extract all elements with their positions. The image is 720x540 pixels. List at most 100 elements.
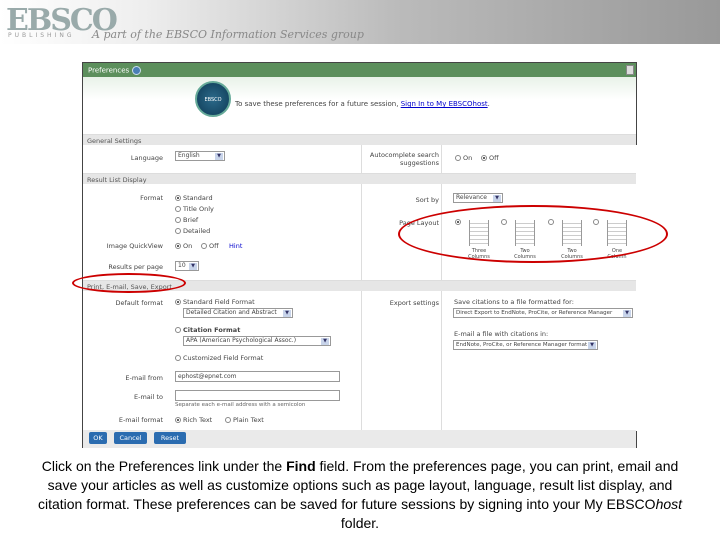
option-label: Rich Text — [183, 416, 213, 424]
chevron-down-icon: ▼ — [588, 342, 596, 349]
citation-select[interactable]: APA (American Psychological Assoc.) ▼ — [183, 336, 331, 346]
standard-field-radio[interactable]: Standard Field Format — [175, 298, 255, 306]
option-label: Standard Field Format — [183, 298, 255, 306]
chevron-down-icon: ▼ — [283, 310, 291, 317]
citation-format-radio[interactable]: Citation Format — [175, 326, 240, 334]
email-citations-select[interactable]: EndNote, ProCite, or Reference Manager f… — [453, 340, 598, 350]
custom-field-radio[interactable]: Customized Field Format — [175, 354, 263, 362]
autocomplete-on-radio[interactable]: On — [455, 154, 472, 162]
standard-field-select[interactable]: Detailed Citation and Abstract ▼ — [183, 308, 293, 318]
panel-title: Preferences — [88, 66, 130, 75]
email-to-label: E-mail to — [134, 393, 163, 401]
close-icon[interactable] — [626, 65, 634, 75]
sort-select[interactable]: Relevance ▼ — [453, 193, 503, 203]
ok-button[interactable]: OK — [89, 432, 107, 444]
format-brief-radio[interactable]: Brief — [175, 216, 198, 224]
highlight-ellipse-print — [72, 273, 186, 293]
radio-icon — [455, 155, 461, 161]
caption-find: Find — [286, 458, 316, 474]
select-value: Detailed Citation and Abstract — [186, 309, 277, 316]
chevron-down-icon: ▼ — [321, 338, 329, 345]
language-select[interactable]: English ▼ — [175, 151, 225, 161]
caption: Click on the Preferences link under the … — [30, 457, 690, 533]
email-format-label: E-mail format — [118, 416, 163, 424]
export-settings-label: Export settings — [389, 299, 439, 307]
chevron-down-icon: ▼ — [493, 195, 501, 202]
highlight-ellipse-page-layout — [398, 205, 668, 263]
email-to-hint: Separate each e-mail address with a semi… — [175, 402, 306, 408]
select-value: EndNote, ProCite, or Reference Manager f… — [456, 342, 588, 348]
select-value: APA (American Psychological Assoc.) — [186, 337, 297, 344]
option-label: Title Only — [183, 205, 214, 213]
plain-text-radio[interactable]: Plain Text — [225, 416, 264, 424]
quickview-label: Image QuickView — [106, 242, 163, 250]
radio-icon — [175, 355, 181, 361]
caption-text: folder. — [340, 515, 380, 531]
on-label: On — [183, 242, 193, 250]
radio-icon — [175, 206, 181, 212]
radio-icon — [175, 417, 181, 423]
radio-icon — [175, 299, 181, 305]
email-from-input[interactable]: ephost@epnet.com — [175, 371, 340, 382]
sort-label: Sort by — [415, 196, 439, 204]
off-label: Off — [209, 242, 219, 250]
chevron-down-icon: ▼ — [189, 263, 197, 270]
email-citations-label: E-mail a file with citations in: — [454, 330, 549, 338]
rich-text-radio[interactable]: Rich Text — [175, 416, 212, 424]
option-label: Customized Field Format — [183, 354, 264, 362]
autocomplete-off-radio[interactable]: Off — [481, 154, 499, 162]
quickview-off-radio[interactable]: Off — [201, 242, 219, 250]
email-to-input[interactable] — [175, 390, 340, 401]
autocomplete-label: Autocomplete search suggestions — [369, 151, 439, 167]
save-citations-select[interactable]: Direct Export to EndNote, ProCite, or Re… — [453, 308, 633, 318]
format-detailed-radio[interactable]: Detailed — [175, 227, 210, 235]
option-label: Brief — [183, 216, 199, 224]
tagline: A part of the EBSCO Information Services… — [92, 28, 364, 41]
option-label: Plain Text — [233, 416, 264, 424]
email-from-label: E-mail from — [125, 374, 163, 382]
language-label: Language — [130, 154, 163, 162]
option-label: Standard — [183, 194, 213, 202]
hint-link[interactable]: Hint — [229, 242, 242, 250]
panel-title-bar: Preferences — [83, 63, 636, 77]
caption-host: host — [655, 496, 683, 512]
format-label: Format — [140, 194, 163, 202]
quickview-on-radio[interactable]: On — [175, 242, 192, 250]
signin-end: . — [487, 100, 490, 108]
radio-icon — [175, 243, 181, 249]
my-ebscohost-badge-icon: EBSCO — [195, 81, 231, 117]
cancel-button[interactable]: Cancel — [114, 432, 147, 444]
format-title-only-radio[interactable]: Title Only — [175, 205, 214, 213]
radio-icon — [201, 243, 207, 249]
per-page-value: 10 — [178, 262, 186, 269]
general-settings-header: General Settings — [83, 134, 636, 145]
reset-button[interactable]: Reset — [154, 432, 186, 444]
results-per-page-select[interactable]: 10 ▼ — [175, 261, 199, 271]
on-label: On — [463, 154, 473, 162]
option-label: Citation Format — [183, 326, 241, 334]
save-citations-label: Save citations to a file formatted for: — [454, 298, 574, 306]
radio-icon — [175, 195, 181, 201]
help-icon[interactable] — [132, 66, 142, 75]
caption-text: Click on the Preferences link under the — [41, 458, 287, 474]
result-list-header: Result List Display — [83, 173, 636, 184]
ebsco-banner: EBSCO PUBLISHING A part of the EBSCO Inf… — [0, 0, 720, 44]
off-label: Off — [489, 154, 499, 162]
results-per-page-label: Results per page — [108, 263, 163, 271]
radio-icon — [175, 228, 181, 234]
chevron-down-icon: ▼ — [215, 153, 223, 160]
radio-icon — [481, 155, 487, 161]
radio-icon — [175, 217, 181, 223]
logo-subtitle: PUBLISHING — [8, 32, 75, 39]
signin-text: To save these preferences for a future s… — [235, 100, 401, 108]
radio-icon — [175, 327, 181, 333]
sort-value: Relevance — [456, 194, 487, 201]
signin-link[interactable]: Sign In to My EBSCOhost — [401, 100, 488, 108]
radio-icon — [225, 417, 231, 423]
select-value: Direct Export to EndNote, ProCite, or Re… — [456, 310, 613, 316]
format-standard-radio[interactable]: Standard — [175, 194, 213, 202]
signin-message: To save these preferences for a future s… — [235, 100, 490, 108]
chevron-down-icon: ▼ — [623, 310, 631, 317]
default-format-label: Default format — [115, 299, 163, 307]
option-label: Detailed — [183, 227, 211, 235]
